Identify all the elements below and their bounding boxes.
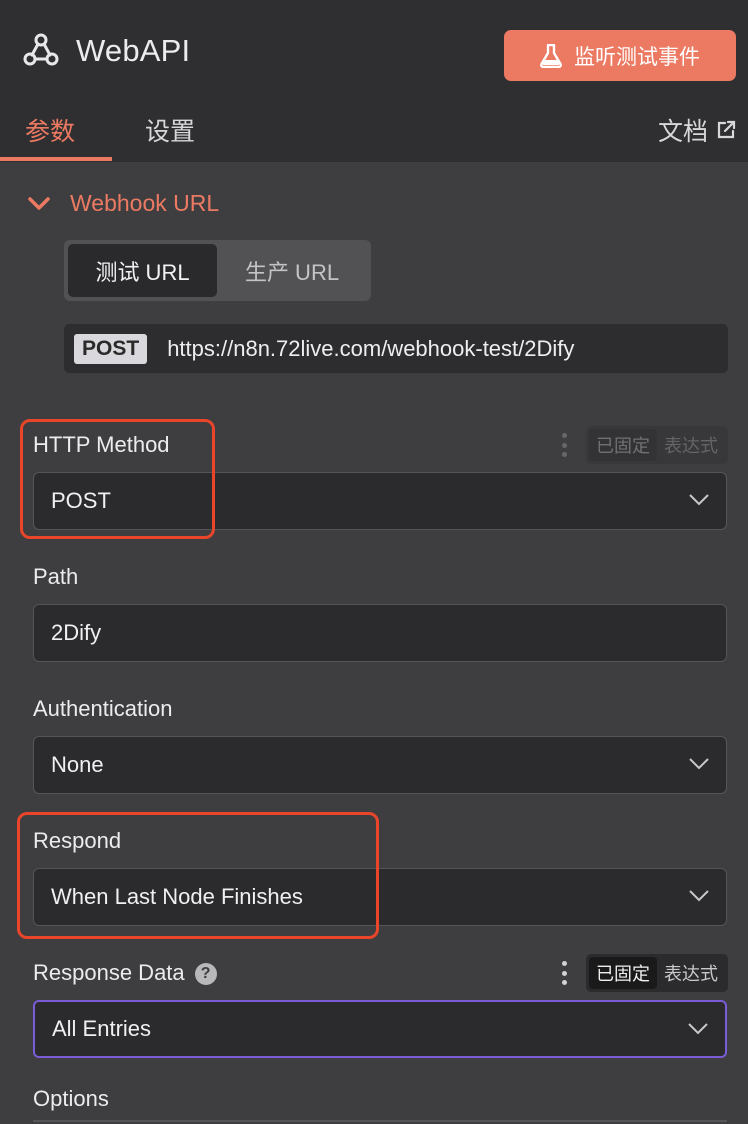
response-data-label-row: Response Data?	[33, 960, 217, 986]
response-data-pin-group: 已固定 表达式	[562, 954, 728, 992]
help-icon[interactable]: ?	[194, 963, 217, 986]
webhook-url-section-toggle[interactable]: Webhook URL	[28, 190, 219, 217]
expression-option[interactable]: 表达式	[657, 957, 725, 989]
webhook-url-label: Webhook URL	[70, 190, 220, 216]
tab-settings[interactable]: 设置	[145, 112, 195, 148]
authentication-value: None	[51, 752, 104, 777]
docs-link[interactable]: 文档	[658, 112, 736, 148]
response-data-select[interactable]: All Entries	[33, 1000, 727, 1058]
node-header: WebAPI 监听测试事件 参数 设置 文档	[0, 0, 748, 162]
authentication-label: Authentication	[33, 696, 173, 721]
url-type-toggle: 测试 URL 生产 URL	[64, 240, 371, 301]
test-url-option[interactable]: 测试 URL	[68, 244, 217, 297]
chevron-down-icon	[689, 494, 709, 506]
response-data-value: All Entries	[52, 1016, 152, 1041]
production-url-option[interactable]: 生产 URL	[217, 244, 367, 297]
tab-parameters[interactable]: 参数	[25, 112, 75, 148]
node-title: WebAPI	[76, 33, 191, 68]
path-value: 2Dify	[51, 620, 102, 645]
options-divider	[33, 1120, 727, 1122]
listen-test-event-label: 监听测试事件	[574, 45, 700, 69]
docs-label: 文档	[657, 118, 708, 146]
listen-test-event-button[interactable]: 监听测试事件	[504, 30, 736, 81]
response-data-label: Response Data	[33, 960, 185, 985]
chevron-down-icon	[689, 890, 709, 902]
options-label: Options	[33, 1086, 109, 1111]
node-title-row: WebAPI	[22, 32, 190, 70]
fixed-expression-toggle: 已固定 表达式	[586, 954, 728, 992]
method-badge: POST	[74, 333, 148, 364]
path-input[interactable]: 2Dify	[33, 604, 727, 662]
more-options-icon[interactable]	[562, 433, 568, 457]
expression-option[interactable]: 表达式	[657, 429, 725, 461]
highlight-box-http-method	[20, 419, 215, 539]
path-label: Path	[33, 564, 79, 589]
chevron-down-icon	[28, 196, 50, 210]
highlight-box-respond	[17, 812, 379, 939]
webhook-url-display[interactable]: POST https://n8n.72live.com/webhook-test…	[64, 324, 728, 373]
webhook-icon	[23, 33, 59, 66]
chevron-down-icon	[689, 758, 709, 770]
fixed-option[interactable]: 已固定	[589, 957, 657, 989]
chevron-down-icon	[688, 1023, 708, 1035]
webhook-url-text: https://n8n.72live.com/webhook-test/2Dif…	[167, 335, 575, 361]
authentication-select[interactable]: None	[33, 736, 727, 794]
fixed-option[interactable]: 已固定	[589, 429, 657, 461]
external-link-icon	[717, 120, 736, 139]
fixed-expression-toggle: 已固定 表达式	[586, 426, 728, 464]
active-tab-indicator	[0, 157, 112, 161]
http-method-pin-group: 已固定 表达式	[562, 426, 728, 464]
flask-icon	[540, 43, 562, 68]
more-options-icon[interactable]	[562, 961, 568, 985]
